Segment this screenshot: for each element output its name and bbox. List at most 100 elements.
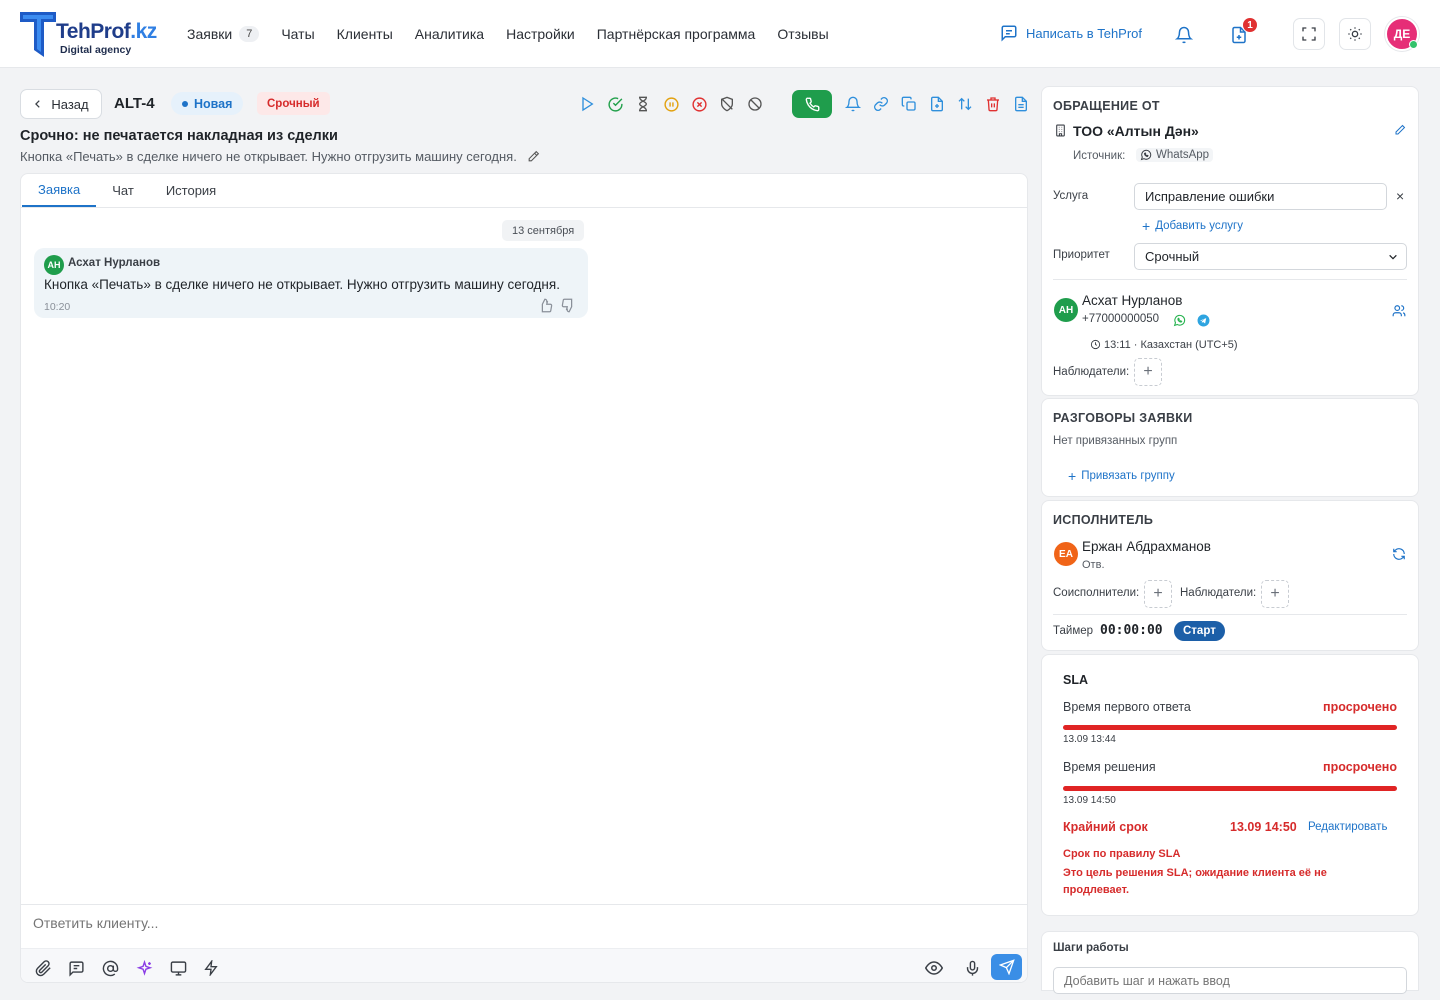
contact-name[interactable]: Асхат Нурланов: [1082, 293, 1182, 308]
mention-button[interactable]: [99, 957, 121, 979]
work-steps-title: Шаги работы: [1053, 942, 1129, 954]
card-title: ОБРАЩЕНИЕ ОТ: [1053, 99, 1160, 113]
nav-partner-program[interactable]: Партнёрская программа: [597, 26, 756, 42]
nav-analytics[interactable]: Аналитика: [415, 26, 484, 42]
transfer-button[interactable]: [951, 90, 979, 118]
message-time: 10:20: [44, 301, 71, 313]
edit-deadline-link[interactable]: Редактировать: [1308, 821, 1387, 833]
fullscreen-button[interactable]: [1293, 18, 1325, 50]
write-to-tehprof-button[interactable]: Написать в TehProf: [1000, 24, 1142, 42]
new-file-notifications-button[interactable]: 1: [1224, 17, 1258, 50]
watchers-label: Наблюдатели:: [1180, 587, 1257, 599]
nav-clients[interactable]: Клиенты: [337, 26, 393, 42]
service-field[interactable]: Исправление ошибки: [1134, 183, 1387, 210]
delete-button[interactable]: [979, 90, 1007, 118]
visibility-toggle-button[interactable]: [923, 957, 945, 979]
waiting-button[interactable]: [629, 90, 657, 118]
pause-button[interactable]: [657, 90, 685, 118]
reply-composer: [21, 904, 1027, 982]
sun-icon: [1348, 27, 1362, 41]
contact-phone[interactable]: +77000000050: [1082, 313, 1159, 325]
call-button[interactable]: [792, 90, 832, 118]
clock-icon: [1090, 339, 1101, 350]
logo-tagline: Digital agency: [60, 44, 132, 56]
nav-tickets[interactable]: Заявки 7: [187, 26, 260, 42]
message-square-icon: [1001, 25, 1017, 42]
priority-select[interactable]: Срочный: [1134, 243, 1407, 270]
fullscreen-icon: [1302, 27, 1316, 41]
add-coexecutor-button[interactable]: +: [1144, 580, 1172, 608]
edit-icon[interactable]: [1394, 124, 1406, 136]
message-reactions: [538, 298, 576, 313]
block-button[interactable]: [741, 90, 769, 118]
card-title: РАЗГОВОРЫ ЗАЯВКИ: [1053, 411, 1193, 425]
watchers-label: Наблюдатели:: [1053, 366, 1130, 378]
ticket-title: Срочно: не печатается накладная из сделк…: [20, 128, 338, 144]
users-icon[interactable]: [1392, 304, 1406, 318]
no-groups-text: Нет привязанных групп: [1053, 435, 1178, 447]
request-from-card: ОБРАЩЕНИЕ ОТ ТОО «Алтын Дән» Источник: W…: [1041, 86, 1419, 396]
reassign-icon[interactable]: [1392, 547, 1406, 561]
theme-toggle-button[interactable]: [1339, 18, 1371, 50]
nav-reviews[interactable]: Отзывы: [777, 26, 828, 42]
back-button[interactable]: Назад: [20, 89, 102, 119]
nav-settings[interactable]: Настройки: [506, 26, 575, 42]
timer-label: Таймер: [1053, 625, 1094, 637]
file-text-icon: [1015, 96, 1027, 112]
work-steps-card: Шаги работы: [1041, 931, 1419, 994]
add-service-link[interactable]: + Добавить услугу: [1142, 218, 1243, 234]
telegram-icon[interactable]: [1197, 314, 1210, 327]
ticket-main-panel: Заявка Чат История 13 сентября АН Асхат …: [20, 173, 1028, 983]
company-name[interactable]: ТОО «Алтын Дән»: [1073, 123, 1199, 139]
ticket-description: Кнопка «Печать» в сделке ничего не откры…: [20, 149, 540, 164]
spam-button[interactable]: [713, 90, 741, 118]
cancel-ticket-button[interactable]: [685, 90, 713, 118]
whatsapp-icon[interactable]: [1173, 314, 1186, 327]
source-label: Источник:: [1073, 150, 1126, 162]
edit-description-icon[interactable]: [527, 150, 540, 163]
phone-icon: [805, 97, 819, 111]
remove-service-button[interactable]: ×: [1396, 188, 1404, 204]
create-file-button[interactable]: [923, 90, 951, 118]
first-response-label: Время первого ответа: [1063, 700, 1191, 714]
nav-chats[interactable]: Чаты: [281, 26, 314, 42]
link-group-link[interactable]: + Привязать группу: [1068, 468, 1175, 484]
send-button[interactable]: [991, 954, 1022, 980]
ticket-tabs: Заявка Чат История: [21, 174, 1027, 208]
screen-share-button[interactable]: [167, 957, 189, 979]
link-button[interactable]: [867, 90, 895, 118]
templates-button[interactable]: [65, 957, 87, 979]
tab-chat[interactable]: Чат: [96, 174, 150, 207]
start-work-button[interactable]: [573, 90, 601, 118]
notification-count-badge: 1: [1242, 17, 1258, 33]
client-message: АН Асхат Нурланов Кнопка «Печать» в сдел…: [34, 248, 588, 318]
user-avatar[interactable]: ДЕ: [1385, 17, 1419, 51]
send-icon: [998, 959, 1015, 975]
ai-assist-button[interactable]: [133, 957, 155, 979]
building-icon: [1056, 124, 1065, 137]
add-watcher-button[interactable]: +: [1134, 358, 1162, 386]
add-step-input[interactable]: [1053, 967, 1407, 994]
reminder-button[interactable]: [839, 90, 867, 118]
thumbs-up-icon[interactable]: [538, 298, 553, 313]
assignee-name[interactable]: Ержан Абдрахманов: [1082, 539, 1211, 554]
tehprof-logo[interactable]: TehProf.kz Digital agency: [20, 10, 165, 60]
contact-local-time: 13:11 · Казахстан (UTC+5): [1104, 339, 1238, 351]
add-watcher-button[interactable]: +: [1261, 580, 1289, 608]
attach-button[interactable]: [32, 957, 54, 979]
timer-start-button[interactable]: Старт: [1174, 621, 1225, 641]
first-response-progress-bar: [1063, 725, 1397, 730]
duplicate-button[interactable]: [895, 90, 923, 118]
quick-actions-button[interactable]: [200, 957, 222, 979]
tab-history[interactable]: История: [150, 174, 232, 207]
thumbs-down-icon[interactable]: [561, 298, 576, 313]
document-button[interactable]: [1007, 90, 1035, 118]
date-separator: 13 сентября: [502, 220, 585, 241]
tab-request[interactable]: Заявка: [22, 174, 97, 207]
voice-message-button[interactable]: [961, 957, 983, 979]
notifications-bell-button[interactable]: [1169, 20, 1199, 50]
reply-input[interactable]: [33, 915, 933, 931]
status-badge[interactable]: Новая: [171, 92, 244, 115]
play-icon: [582, 96, 594, 112]
resolve-button[interactable]: [601, 90, 629, 118]
